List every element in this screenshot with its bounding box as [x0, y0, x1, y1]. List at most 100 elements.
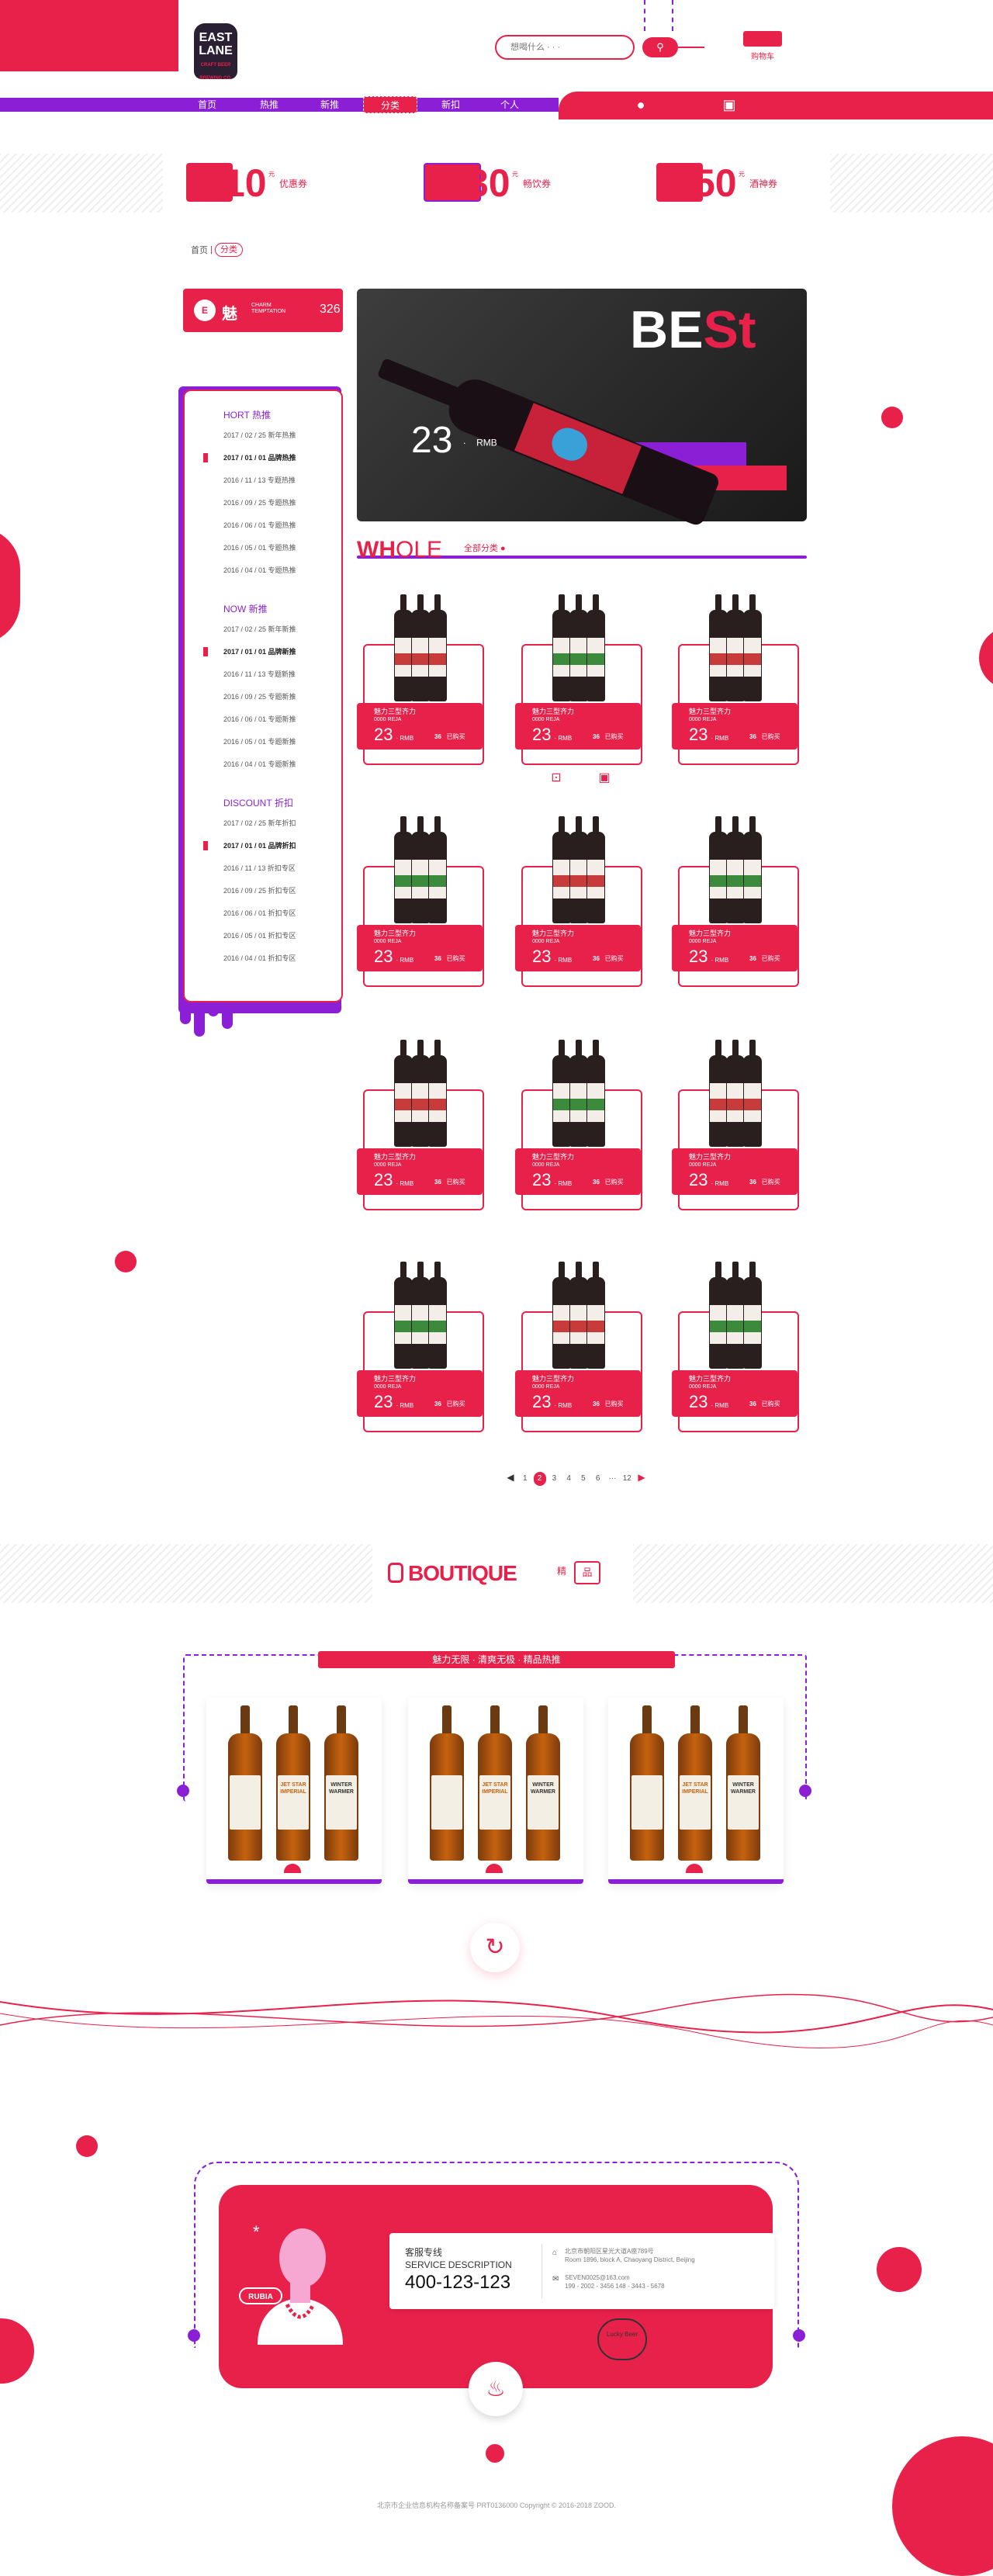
boutique-card[interactable]: JET STAR IMPERIAL WINTER WARMER: [608, 1698, 784, 1884]
product-sold: 36 已购买: [593, 1401, 624, 1407]
product-price: 23 · RMB: [532, 1392, 573, 1411]
sidebar-item[interactable]: 2017 / 02 / 25 新年热推: [223, 428, 296, 450]
sidebar-item[interactable]: 2016 / 05 / 01 专题新推: [223, 734, 296, 757]
sidebar-item[interactable]: 2016 / 09 / 25 专题新推: [223, 689, 296, 712]
email-text[interactable]: SEVEN0025@163.com 199 - 2002 - 3456 148 -…: [565, 2273, 665, 2290]
product-code: 0000 REJA: [689, 717, 717, 722]
product-price: 23 · RMB: [374, 1170, 414, 1189]
brand-logo[interactable]: EAST LANE CRAFT BEER BREWING CO.: [194, 23, 237, 81]
sidebar-item[interactable]: 2016 / 11 / 13 专题热推: [223, 473, 296, 495]
product-code: 0000 REJA: [374, 1162, 402, 1168]
stripe-decor: [0, 1544, 372, 1603]
product-card[interactable]: 魅力三型齐力 0000 REJA 23 · RMB 36 已购买 ⊡ ▣: [515, 594, 642, 790]
search-hanger: [644, 0, 673, 31]
breadcrumb-separator: |: [210, 245, 213, 254]
nav-item-home[interactable]: 首页: [180, 96, 234, 113]
product-card[interactable]: 魅力三型齐力 0000 REJA 23 · RMB 36 已购买: [672, 1040, 799, 1235]
sidebar-item[interactable]: 2016 / 09 / 25 专题热推: [223, 495, 296, 518]
sidebar-item[interactable]: 2016 / 06 / 01 专题新推: [223, 712, 296, 734]
coupon-30[interactable]: 30 元 畅饮券: [424, 160, 579, 206]
frame-dot: [799, 1785, 811, 1797]
page-link-current[interactable]: 2: [533, 1472, 546, 1486]
refresh-button[interactable]: ↻: [470, 1923, 520, 1972]
search-button[interactable]: ⚲: [642, 37, 678, 57]
page-link[interactable]: 6: [592, 1472, 604, 1486]
cart-button[interactable]: 购物车: [735, 31, 790, 64]
product-card[interactable]: 魅力三型齐力 0000 REJA 23 · RMB 36 已购买: [672, 816, 799, 1012]
boutique-card[interactable]: JET STAR IMPERIAL WINTER WARMER: [206, 1698, 382, 1884]
frame-dot: [177, 1785, 189, 1797]
cart-add-icon[interactable]: ⊡: [548, 770, 565, 787]
beer-icon[interactable]: ▣: [720, 95, 739, 114]
nav-item-new[interactable]: 新推: [303, 96, 357, 113]
page-link[interactable]: 12: [621, 1472, 633, 1486]
product-code: 0000 REJA: [374, 717, 402, 722]
coupon-value: 50: [694, 161, 737, 205]
beer-mug-icon[interactable]: ▣: [596, 770, 613, 787]
product-code: 0000 REJA: [689, 939, 717, 944]
sidebar-group-title[interactable]: NOW 新推: [223, 602, 296, 615]
sidebar-item[interactable]: 2016 / 06 / 01 专题热推: [223, 518, 296, 540]
bottle-icon-button[interactable]: ♨: [469, 2362, 523, 2416]
product-card[interactable]: 魅力三型齐力 0000 REJA 23 · RMB 36 已购买: [357, 1040, 484, 1235]
sidebar-group-title[interactable]: HORT 热推: [223, 408, 296, 421]
product-name: 魅力三型齐力: [689, 1375, 732, 1383]
next-page-button[interactable]: ▶: [635, 1470, 648, 1484]
product-card[interactable]: 魅力三型齐力 0000 REJA 23 · RMB 36 已购买: [357, 594, 484, 790]
decor-circle: [115, 1251, 137, 1272]
boutique-title: BOUTIQUE 精 品: [388, 1558, 605, 1589]
product-card[interactable]: 魅力三型齐力 0000 REJA 23 · RMB 36 已购买: [515, 816, 642, 1012]
sidebar-item[interactable]: 2016 / 09 / 25 折扣专区: [223, 883, 296, 905]
sidebar-item-active[interactable]: 2017 / 01 / 01 品牌新推: [223, 644, 296, 667]
sidebar-item-active[interactable]: 2017 / 01 / 01 品牌热推: [223, 450, 296, 473]
product-card[interactable]: 魅力三型齐力 0000 REJA 23 · RMB 36 已购买: [515, 1262, 642, 1457]
coupon-50[interactable]: 50 元 酒神券: [656, 160, 811, 206]
product-info: 魅力三型齐力 0000 REJA 23 · RMB 36 已购买: [672, 1148, 798, 1195]
sidebar-item[interactable]: 2016 / 05 / 01 专题热推: [223, 540, 296, 563]
sidebar-item-active[interactable]: 2017 / 01 / 01 品牌折扣: [223, 838, 296, 860]
product-card[interactable]: 魅力三型齐力 0000 REJA 23 · RMB 36 已购买: [672, 594, 799, 790]
sidebar-item[interactable]: 2017 / 02 / 25 新年新推: [223, 621, 296, 644]
sidebar-item[interactable]: 2016 / 11 / 13 专题新推: [223, 667, 296, 689]
prev-page-button[interactable]: ◀: [504, 1470, 517, 1484]
product-card[interactable]: 魅力三型齐力 0000 REJA 23 · RMB 36 已购买: [357, 1262, 484, 1457]
product-card[interactable]: 魅力三型齐力 0000 REJA 23 · RMB 36 已购买: [672, 1262, 799, 1457]
sidebar-item[interactable]: 2016 / 04 / 01 专题新推: [223, 757, 296, 779]
user-icon[interactable]: ●: [631, 95, 650, 114]
sidebar-group-title[interactable]: DISCOUNT 折扣: [223, 796, 296, 809]
coupon-10[interactable]: 10 元 优惠券: [186, 160, 334, 206]
nav-item-profile[interactable]: 个人: [483, 96, 537, 113]
sidebar-item[interactable]: 2016 / 04 / 01 折扣专区: [223, 950, 296, 973]
nav-item-hot[interactable]: 热推: [242, 96, 296, 113]
boutique-card[interactable]: JET STAR IMPERIAL WINTER WARMER: [408, 1698, 583, 1884]
page-link[interactable]: 5: [577, 1472, 590, 1486]
stripe-decor: [633, 1544, 993, 1603]
product-sold: 36 已购买: [434, 955, 465, 962]
sidebar-item[interactable]: 2016 / 11 / 13 折扣专区: [223, 860, 296, 883]
breadcrumb-category[interactable]: 分类: [214, 243, 243, 257]
product-name: 魅力三型齐力: [532, 1375, 575, 1383]
page-link[interactable]: 4: [562, 1472, 575, 1486]
search-input[interactable]: [510, 36, 604, 58]
sidebar-item[interactable]: 2016 / 04 / 01 专题热推: [223, 563, 296, 585]
product-card[interactable]: 魅力三型齐力 0000 REJA 23 · RMB 36 已购买: [357, 816, 484, 1012]
sidebar-item[interactable]: 2017 / 02 / 25 新年折扣: [223, 815, 296, 838]
page-link[interactable]: 3: [548, 1472, 560, 1486]
bottle-label: JET STAR IMPERIAL: [682, 1782, 708, 1795]
page-link[interactable]: 1: [519, 1472, 531, 1486]
nav-item-discount[interactable]: 新扣: [424, 96, 478, 113]
product-name: 魅力三型齐力: [689, 930, 732, 937]
hotline-phone[interactable]: 400-123-123: [405, 2272, 510, 2294]
sidebar-item[interactable]: 2016 / 05 / 01 折扣专区: [223, 928, 296, 950]
logo-line2: LANE: [199, 44, 233, 57]
sidebar-item[interactable]: 2016 / 06 / 01 折扣专区: [223, 905, 296, 928]
product-info: 魅力三型齐力 0000 REJA 23 · RMB 36 已购买: [672, 1370, 798, 1417]
decor-circle: [0, 2318, 34, 2384]
product-card[interactable]: 魅力三型齐力 0000 REJA 23 · RMB 36 已购买: [515, 1040, 642, 1235]
nav-item-category[interactable]: 分类: [363, 96, 417, 113]
section-subtitle[interactable]: 全部分类 ●: [464, 542, 506, 554]
product-sold: 36 已购买: [434, 1179, 465, 1186]
cart-icon: [743, 31, 782, 47]
breadcrumb-home[interactable]: 首页: [191, 244, 208, 256]
refresh-icon: ↻: [485, 1934, 505, 1960]
